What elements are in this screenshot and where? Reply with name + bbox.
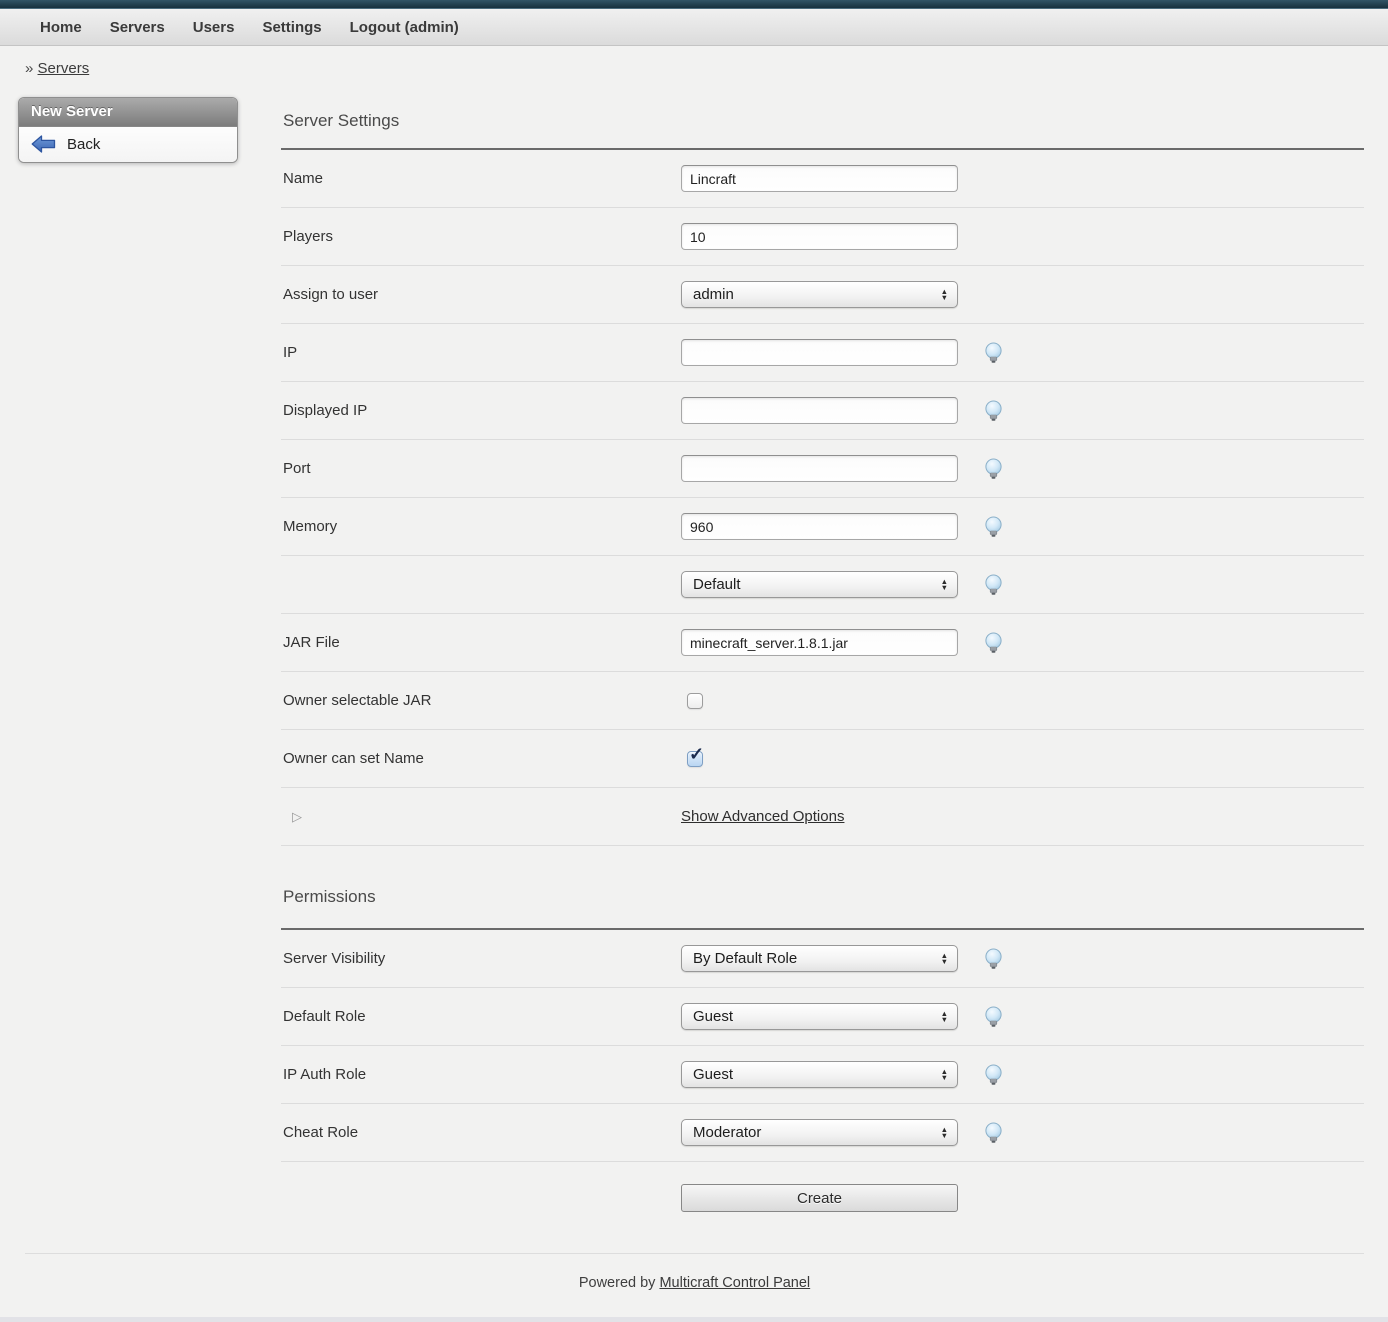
hint-bulb-icon[interactable] [984, 632, 1004, 654]
select-stepper-icon: ▲▼ [941, 1127, 948, 1139]
form-row-jar-file: JAR File [281, 614, 1364, 672]
select-stepper-icon: ▲▼ [941, 579, 948, 591]
hint-bulb-icon[interactable] [984, 400, 1004, 422]
port-label: Port [281, 460, 681, 477]
owner-can-set-name-label: Owner can set Name [281, 750, 681, 767]
breadcrumb-arrow-icon: » [25, 60, 33, 77]
name-input[interactable] [681, 165, 958, 192]
hint-bulb-icon[interactable] [984, 1006, 1004, 1028]
breadcrumb-servers-link[interactable]: Servers [38, 60, 90, 77]
owner-selectable-jar-checkbox[interactable]: ✓ [687, 693, 703, 709]
form-row-ip-auth-role: IP Auth Role Guest ▲▼ [281, 1046, 1364, 1104]
form-row-owner-can-set-name: Owner can set Name ✓ [281, 730, 1364, 788]
owner-selectable-jar-label: Owner selectable JAR [281, 692, 681, 709]
jar-file-label: JAR File [281, 634, 681, 651]
name-label: Name [281, 170, 681, 187]
new-server-panel: New Server Back [18, 97, 238, 163]
memory-input[interactable] [681, 513, 958, 540]
form-row-players: Players [281, 208, 1364, 266]
select-stepper-icon: ▲▼ [941, 1069, 948, 1081]
hint-bulb-icon[interactable] [984, 1064, 1004, 1086]
server-settings-heading: Server Settings [283, 110, 1364, 132]
default-role-label: Default Role [281, 1008, 681, 1025]
form-row-default-role: Default Role Guest ▲▼ [281, 988, 1364, 1046]
default-profile-selected-value: Default [693, 576, 741, 593]
ip-auth-role-selected-value: Guest [693, 1066, 733, 1083]
multicraft-link[interactable]: Multicraft Control Panel [659, 1275, 810, 1291]
form-row-name: Name [281, 150, 1364, 208]
assign-to-user-label: Assign to user [281, 286, 681, 303]
hint-bulb-icon[interactable] [984, 948, 1004, 970]
back-button-label: Back [67, 136, 100, 153]
server-visibility-selected-value: By Default Role [693, 950, 797, 967]
back-button[interactable]: Back [19, 127, 237, 162]
assign-to-user-selected-value: admin [693, 286, 734, 303]
cheat-role-label: Cheat Role [281, 1124, 681, 1141]
select-stepper-icon: ▲▼ [941, 953, 948, 965]
memory-label: Memory [281, 518, 681, 535]
owner-can-set-name-checkbox[interactable]: ✓ [687, 751, 703, 767]
assign-to-user-select[interactable]: admin ▲▼ [681, 281, 958, 308]
port-input[interactable] [681, 455, 958, 482]
form-row-memory: Memory [281, 498, 1364, 556]
select-stepper-icon: ▲▼ [941, 289, 948, 301]
back-arrow-icon [31, 135, 56, 153]
permissions-heading: Permissions [283, 886, 1364, 908]
checkmark-icon: ✓ [689, 744, 704, 764]
displayed-ip-label: Displayed IP [281, 402, 681, 419]
nav-item-logout[interactable]: Logout (admin) [350, 19, 459, 36]
server-settings-form: Server Settings Name Players Assign to u… [281, 99, 1364, 1212]
breadcrumb: » Servers [25, 60, 1388, 77]
cheat-role-select[interactable]: Moderator ▲▼ [681, 1119, 958, 1146]
server-visibility-label: Server Visibility [281, 950, 681, 967]
form-row-cheat-role: Cheat Role Moderator ▲▼ [281, 1104, 1364, 1162]
footer: Powered by Multicraft Control Panel [25, 1253, 1364, 1291]
hint-bulb-icon[interactable] [984, 458, 1004, 480]
cheat-role-selected-value: Moderator [693, 1124, 761, 1141]
server-visibility-select[interactable]: By Default Role ▲▼ [681, 945, 958, 972]
nav-item-servers[interactable]: Servers [110, 19, 165, 36]
powered-by-text: Powered by [579, 1275, 660, 1291]
form-row-assign-to-user: Assign to user admin ▲▼ [281, 266, 1364, 324]
players-input[interactable] [681, 223, 958, 250]
disclosure-triangle-icon[interactable]: ▷ [292, 809, 681, 825]
players-label: Players [281, 228, 681, 245]
window-top-accent-bar [0, 0, 1388, 9]
hint-bulb-icon[interactable] [984, 516, 1004, 538]
nav-item-users[interactable]: Users [193, 19, 235, 36]
hint-bulb-icon[interactable] [984, 574, 1004, 596]
hint-bulb-icon[interactable] [984, 1122, 1004, 1144]
jar-file-input[interactable] [681, 629, 958, 656]
form-row-default-profile: Default ▲▼ [281, 556, 1364, 614]
ip-label: IP [281, 344, 681, 361]
panel-title: New Server [19, 98, 237, 127]
select-stepper-icon: ▲▼ [941, 1011, 948, 1023]
bottom-edge-bar [0, 1317, 1388, 1322]
default-profile-select[interactable]: Default ▲▼ [681, 571, 958, 598]
show-advanced-options-link[interactable]: Show Advanced Options [681, 808, 844, 825]
form-row-displayed-ip: Displayed IP [281, 382, 1364, 440]
nav-item-home[interactable]: Home [40, 19, 82, 36]
nav-item-settings[interactable]: Settings [262, 19, 321, 36]
form-row-ip: IP [281, 324, 1364, 382]
ip-auth-role-select[interactable]: Guest ▲▼ [681, 1061, 958, 1088]
default-role-selected-value: Guest [693, 1008, 733, 1025]
form-row-server-visibility: Server Visibility By Default Role ▲▼ [281, 930, 1364, 988]
ip-input[interactable] [681, 339, 958, 366]
form-row-owner-selectable-jar: Owner selectable JAR ✓ [281, 672, 1364, 730]
ip-auth-role-label: IP Auth Role [281, 1066, 681, 1083]
create-button[interactable]: Create [681, 1184, 958, 1212]
displayed-ip-input[interactable] [681, 397, 958, 424]
form-row-advanced-options: ▷ Show Advanced Options [281, 788, 1364, 846]
hint-bulb-icon[interactable] [984, 342, 1004, 364]
form-row-port: Port [281, 440, 1364, 498]
form-row-create: Create [281, 1162, 1364, 1212]
default-role-select[interactable]: Guest ▲▼ [681, 1003, 958, 1030]
main-navigation: Home Servers Users Settings Logout (admi… [0, 9, 1388, 46]
